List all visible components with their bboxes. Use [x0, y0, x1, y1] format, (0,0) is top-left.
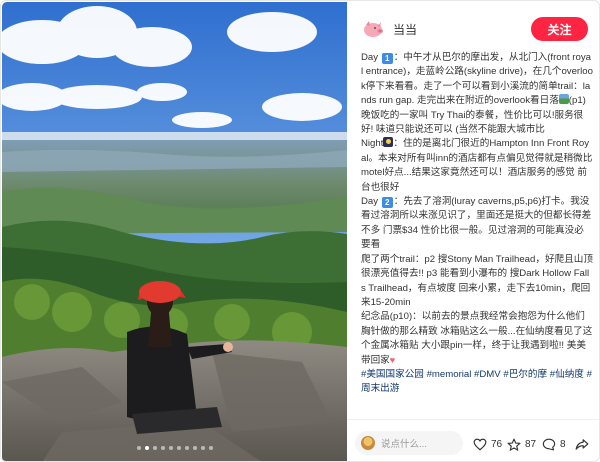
comment-count: 8 — [560, 439, 566, 450]
heart-emoji-icon: ♥ — [389, 354, 396, 365]
carousel-dot[interactable] — [184, 446, 189, 450]
hashtag[interactable]: #巴尔的摩 — [503, 369, 547, 380]
interaction-bar: 说点什么... 76 87 8 — [347, 419, 599, 461]
comment-input[interactable]: 说点什么... — [355, 431, 463, 455]
like-count: 76 — [491, 439, 503, 450]
follow-button[interactable]: 关注 — [531, 17, 588, 41]
hashtag[interactable]: #memorial — [427, 369, 472, 380]
author-avatar[interactable] — [361, 17, 385, 41]
post-paragraph: Night ：住的是离北门很近的Hampton Inn Front Royal。本… — [361, 137, 593, 195]
note-detail-panel: 当当 关注 Day 1 ：中午才从巴尔的摩出发，从北门入(front royal … — [347, 1, 599, 461]
sunset-emoji-icon — [558, 94, 569, 105]
post-paragraph: 纪念品(p10)：以前去的景点我经常会抱怨为什么他们胸针做的那么精致 冰箱贴这么… — [361, 310, 593, 368]
night-label: Night — [361, 138, 384, 150]
carousel-dot[interactable] — [192, 446, 197, 450]
collect-count: 87 — [525, 439, 537, 450]
post-paragraph: 爬了两个trail：p2 搜Stony Man Trailhead，好爬且山顶很… — [361, 253, 593, 311]
pig-avatar-icon — [364, 21, 383, 37]
carousel-dot[interactable] — [176, 446, 181, 450]
post-photo[interactable] — [2, 2, 347, 461]
day-label: Day — [361, 52, 381, 63]
post-text: (p1) — [568, 95, 586, 107]
star-icon — [507, 438, 521, 451]
comment-placeholder: 说点什么... — [381, 439, 427, 450]
carousel-dot-active[interactable] — [144, 446, 149, 450]
collect-button[interactable]: 87 — [507, 438, 536, 451]
number-badge: 2 — [381, 197, 393, 209]
carousel-dot[interactable] — [168, 446, 173, 450]
like-button[interactable]: 76 — [473, 438, 502, 451]
post-paragraph: Day 1 ：中午才从巴尔的摩出发，从北门入(front royal entran… — [361, 51, 593, 109]
note-card: 当当 关注 Day 1 ：中午才从巴尔的摩出发，从北门入(front royal … — [0, 0, 600, 462]
carousel-dot[interactable] — [136, 446, 141, 450]
day-label: Day — [361, 196, 381, 208]
hashtag[interactable]: #DMV — [474, 369, 501, 380]
post-text: ：先去了溶洞(luray caverns,p5,p6)打卡。我没看过溶洞所以来涨… — [361, 196, 592, 251]
share-icon — [575, 439, 589, 450]
heart-icon — [473, 438, 487, 451]
carousel-dot[interactable] — [152, 446, 157, 450]
carousel-dot[interactable] — [200, 446, 205, 450]
night-emoji-icon — [383, 137, 394, 148]
user-avatar — [361, 436, 375, 450]
post-text: 晚饭吃的一家叫 Try Thai的泰餐，性价比可以!服务很好! 味道只能说还可以… — [361, 109, 584, 136]
carousel-dot[interactable] — [160, 446, 165, 450]
tag-list: #美国国家公园 #memorial #DMV #巴尔的摩 #仙纳度 #周末出游 — [361, 368, 593, 397]
comment-button[interactable]: 8 — [542, 438, 566, 451]
post-content: Day 1 ：中午才从巴尔的摩出发，从北门入(front royal entran… — [361, 51, 593, 415]
comment-bubble-icon — [542, 438, 556, 451]
carousel-dot[interactable] — [208, 446, 213, 450]
author-header: 当当 关注 — [347, 1, 599, 55]
hashtag[interactable]: #仙纳度 — [550, 369, 584, 380]
author-name[interactable]: 当当 — [393, 21, 417, 38]
post-text: ：住的是离北门很近的Hampton Inn Front Royal。本来对所有叫… — [361, 138, 593, 193]
share-button[interactable] — [575, 438, 589, 451]
mountain-photo — [2, 2, 347, 461]
post-paragraph: 晚饭吃的一家叫 Try Thai的泰餐，性价比可以!服务很好! 味道只能说还可以… — [361, 109, 593, 138]
post-paragraph: Day 2 ：先去了溶洞(luray caverns,p5,p6)打卡。我没看过溶… — [361, 195, 593, 253]
number-badge: 1 — [381, 53, 393, 64]
hashtag[interactable]: #美国国家公园 — [361, 369, 424, 380]
post-text: 爬了两个trail：p2 搜Stony Man Trailhead，好爬且山顶很… — [361, 253, 593, 308]
post-text: 纪念品(p10)：以前去的景点我经常会抱怨为什么他们胸针做的那么精致 冰箱贴这么… — [361, 311, 593, 366]
carousel-indicator — [2, 446, 347, 450]
